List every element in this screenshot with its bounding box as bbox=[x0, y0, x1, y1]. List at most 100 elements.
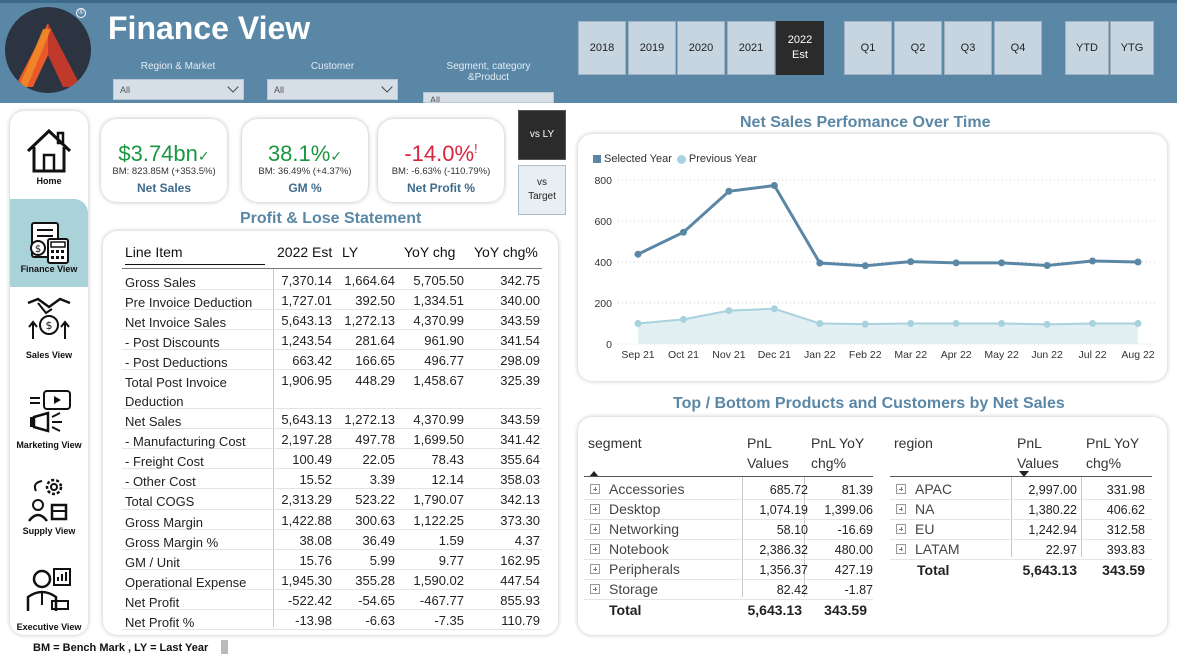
top-bottom-title: Top / Bottom Products and Customers by N… bbox=[673, 395, 1065, 412]
pnl-yoy-cell: 81.39 bbox=[841, 483, 873, 497]
pnl-value-cell: 2,386.32 bbox=[759, 543, 808, 557]
table-row[interactable]: Storage 82.42 -1.87 bbox=[584, 580, 873, 600]
year-2018-button[interactable]: 2018 bbox=[578, 21, 626, 75]
kpi-gm-benchmark: BM: 36.49% (+4.37%) bbox=[258, 166, 352, 177]
pnl-cell: 1,664.64 bbox=[344, 273, 395, 288]
year-2022-est-button[interactable]: 2022 Est bbox=[776, 21, 824, 75]
previous-year-point bbox=[1134, 320, 1142, 327]
slicer-region[interactable]: All bbox=[113, 79, 244, 100]
pnl-cell: 342.13 bbox=[500, 492, 540, 507]
ytd-button[interactable]: YTD bbox=[1065, 21, 1109, 75]
segment-values-header[interactable]: PnL Values bbox=[747, 433, 789, 473]
nav-finance-view[interactable]: $ Finance View bbox=[10, 199, 88, 287]
vs-ly-button[interactable]: vs LY bbox=[518, 110, 566, 160]
expand-icon[interactable] bbox=[590, 564, 600, 574]
quarter-q2-button[interactable]: Q2 bbox=[894, 21, 942, 75]
x-tick-label: Sep 21 bbox=[621, 349, 654, 361]
registered-mark-icon: ® bbox=[76, 8, 86, 18]
selected-year-point bbox=[907, 258, 915, 266]
pnl-cell: 3.39 bbox=[369, 472, 395, 487]
nav-executive-view[interactable]: Executive View bbox=[10, 551, 88, 639]
nav-label-finance: Finance View bbox=[20, 264, 78, 274]
expand-icon[interactable] bbox=[896, 504, 906, 514]
expand-icon[interactable] bbox=[896, 544, 906, 554]
pnl-row: - Other Cost 15.52 3.39 12.14 358.03 bbox=[122, 469, 542, 489]
svg-text:$: $ bbox=[35, 244, 41, 255]
segment-header[interactable]: segment bbox=[588, 433, 642, 453]
nav-label-sales: Sales View bbox=[25, 350, 73, 360]
table-row[interactable]: LATAM 22.97 393.83 bbox=[890, 540, 1152, 560]
pnl-cell: 855.93 bbox=[500, 593, 540, 608]
top-bottom-tables: segment PnL Values PnL YoY chg% Accessor… bbox=[578, 417, 1167, 635]
megaphone-icon bbox=[30, 390, 71, 433]
nav-marketing-view[interactable]: Marketing View bbox=[10, 375, 88, 463]
y-tick-label: 600 bbox=[594, 216, 612, 228]
year-2020-button[interactable]: 2020 bbox=[677, 21, 725, 75]
pnl-cell: 1,272.13 bbox=[344, 313, 395, 328]
table-row[interactable]: EU 1,242.94 312.58 bbox=[890, 520, 1152, 540]
expand-icon[interactable] bbox=[590, 484, 600, 494]
pnl-yoy-cell: 406.62 bbox=[1106, 503, 1145, 517]
ytg-button[interactable]: YTG bbox=[1110, 21, 1154, 75]
segment-header-divider bbox=[584, 476, 873, 477]
pnl-row: Pre Invoice Deduction 1,727.01 392.50 1,334… bbox=[122, 290, 542, 310]
vs-target-button[interactable]: vs Target bbox=[518, 165, 566, 215]
pnl-cell: 358.03 bbox=[500, 472, 540, 487]
slicer-segment[interactable]: All bbox=[423, 92, 554, 103]
table-row[interactable]: Desktop 1,074.19 1,399.06 bbox=[584, 500, 873, 520]
nav-supply-view[interactable]: Supply View bbox=[10, 463, 88, 551]
scroll-handle[interactable] bbox=[221, 640, 228, 654]
table-row[interactable]: Notebook 2,386.32 480.00 bbox=[584, 540, 873, 560]
table-row[interactable]: Peripherals 1,356.37 427.19 bbox=[584, 560, 873, 580]
pnl-header-yoy: YoY chg bbox=[404, 244, 456, 260]
x-tick-label: Apr 22 bbox=[941, 349, 972, 361]
pnl-cell: 325.39 bbox=[500, 373, 540, 388]
quarter-q1-button[interactable]: Q1 bbox=[844, 21, 892, 75]
expand-icon[interactable] bbox=[590, 584, 600, 594]
slicer-customer[interactable]: All bbox=[267, 79, 398, 100]
pnl-yoy-cell: 427.19 bbox=[834, 563, 873, 577]
expand-icon[interactable] bbox=[896, 484, 906, 494]
segment-yoy-header[interactable]: PnL YoY chg% bbox=[811, 433, 864, 473]
kpi-net-profit-percent: -14.0%! BM: -6.63% (-110.79%) Net Profit… bbox=[378, 119, 504, 202]
pnl-cell: 497.78 bbox=[355, 432, 395, 447]
pnl-cell: 162.95 bbox=[500, 553, 540, 568]
selected-year-point bbox=[1043, 261, 1051, 269]
region-header[interactable]: region bbox=[894, 433, 933, 453]
pnl-row: Gross Sales 7,370.14 1,664.64 5,705.50 342.7… bbox=[122, 270, 542, 290]
kpi-net-profit-label: Net Profit % bbox=[406, 181, 475, 195]
logo bbox=[5, 7, 91, 93]
expand-icon[interactable] bbox=[590, 544, 600, 554]
table-row[interactable]: Accessories 685.72 81.39 bbox=[584, 480, 873, 500]
expand-icon[interactable] bbox=[590, 524, 600, 534]
year-2021-button[interactable]: 2021 bbox=[727, 21, 775, 75]
pnl-cell: 4.37 bbox=[514, 533, 540, 548]
expand-icon[interactable] bbox=[590, 504, 600, 514]
selected-year-line bbox=[637, 183, 1139, 268]
region-yoy-header[interactable]: PnL YoY chg% bbox=[1086, 433, 1139, 473]
quarter-q4-button[interactable]: Q4 bbox=[994, 21, 1042, 75]
expand-icon[interactable] bbox=[896, 524, 906, 534]
quarter-q3-button[interactable]: Q3 bbox=[944, 21, 992, 75]
table-row[interactable]: NA 1,380.22 406.62 bbox=[890, 500, 1152, 520]
finance-calculator-icon: $ bbox=[30, 222, 69, 264]
chart-title: Net Sales Perfomance Over Time bbox=[740, 114, 991, 131]
pnl-cell: 343.59 bbox=[500, 313, 540, 328]
previous-year-point bbox=[816, 320, 824, 327]
pnl-line-item: Net Profit % bbox=[125, 615, 195, 630]
table-row[interactable]: APAC 2,997.00 331.98 bbox=[890, 480, 1152, 500]
row-label: EU bbox=[915, 521, 935, 537]
x-tick-label: Feb 22 bbox=[849, 349, 882, 361]
page-title: Finance View bbox=[108, 10, 311, 46]
nav-sales-view[interactable]: $ Sales View bbox=[10, 287, 88, 375]
previous-year-point bbox=[861, 320, 869, 328]
y-tick-label: 400 bbox=[594, 257, 612, 269]
year-2019-button[interactable]: 2019 bbox=[628, 21, 676, 75]
row-label: Storage bbox=[609, 581, 659, 597]
nav-home[interactable]: Home bbox=[10, 111, 88, 199]
table-row[interactable]: Networking 58.10 -16.69 bbox=[584, 520, 873, 540]
pnl-cell: -13.98 bbox=[295, 613, 332, 628]
previous-year-point bbox=[998, 320, 1006, 327]
region-values-header[interactable]: PnL Values bbox=[1017, 433, 1059, 473]
selected-year-point bbox=[725, 187, 733, 195]
